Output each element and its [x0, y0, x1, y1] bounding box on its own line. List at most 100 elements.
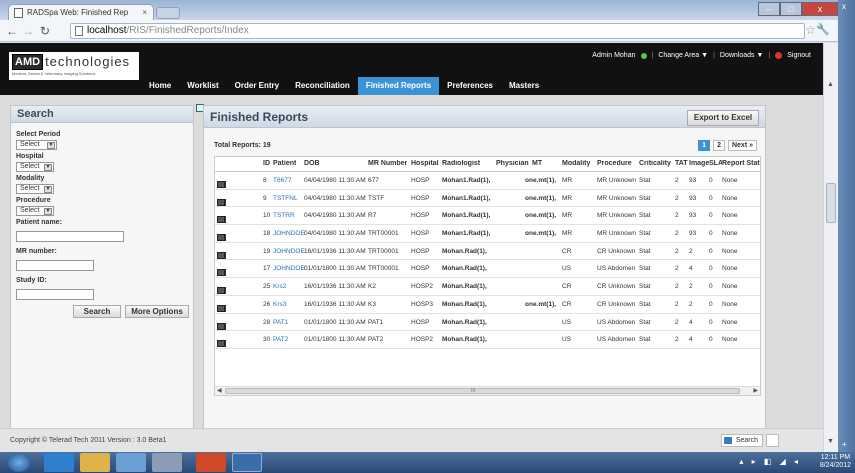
image-icon[interactable]: [217, 304, 225, 312]
powerpoint-icon[interactable]: [196, 453, 226, 472]
column-header-id[interactable]: ID: [263, 160, 270, 167]
page-2-button[interactable]: 2: [713, 140, 725, 151]
nav-finished-reports[interactable]: Finished Reports: [357, 77, 440, 95]
vertical-scrollbar[interactable]: ▲ ▼: [823, 43, 838, 452]
column-header-hospital[interactable]: Hospital: [411, 160, 439, 167]
column-header-physician[interactable]: Physician: [496, 160, 529, 167]
mr-number-input[interactable]: [16, 260, 94, 271]
page-1-button[interactable]: 1: [698, 140, 711, 151]
address-bar[interactable]: localhost/RIS/FinishedReports/Index: [70, 23, 805, 39]
cell-patient[interactable]: TSTRR: [273, 212, 295, 219]
signout-link[interactable]: Signout: [787, 52, 811, 59]
browser-tab[interactable]: RADSpa Web: Finished Rep ×: [8, 4, 154, 20]
cell-patient[interactable]: PAT1: [273, 319, 288, 326]
column-header-sla[interactable]: SLA: [709, 160, 722, 167]
table-row[interactable]: 8 T6677 04/04/1980 11:30:AM 677 HOSP Mohan1.R…: [215, 172, 760, 190]
back-arrow-icon[interactable]: ←: [6, 24, 18, 38]
clock[interactable]: 12:11 PM 8/24/2012: [820, 454, 851, 470]
user-name[interactable]: Admin Mohan: [592, 52, 635, 59]
table-row[interactable]: 10 TSTRR 04/04/1980 11:30:AM R7 HOSP Mohan1.R…: [215, 207, 760, 226]
system-tray-icons[interactable]: ▴ ▸ ◧ ◢ ◂: [739, 457, 801, 466]
image-icon[interactable]: [217, 216, 225, 224]
horizontal-scrollbar[interactable]: ◀ III ▶: [215, 386, 760, 395]
procedure-dropdown[interactable]: Select ▼: [16, 206, 54, 216]
ie-icon[interactable]: [44, 453, 74, 472]
scroll-down-icon[interactable]: ▼: [827, 438, 834, 445]
wrench-icon[interactable]: 🔧: [816, 23, 830, 36]
maximize-button[interactable]: □: [780, 2, 802, 16]
expand-icon[interactable]: +: [842, 440, 847, 449]
image-icon[interactable]: [217, 198, 225, 206]
minimize-button[interactable]: –: [758, 2, 780, 16]
cell-patient[interactable]: T6677: [273, 177, 291, 184]
cell-patient[interactable]: Krs2: [273, 283, 286, 290]
table-row[interactable]: 28 PAT1 01/01/1800 11:30:AM PAT1 HOSP Mohan.R…: [215, 314, 760, 332]
change-area-menu[interactable]: Change Area ▼: [658, 52, 708, 59]
app-icon[interactable]: [116, 453, 146, 472]
table-row[interactable]: 9 TSTFNL 04/04/1980 11:30:AM TSTF HOSP Mohan1…: [215, 190, 760, 208]
modality-dropdown[interactable]: Select ▼: [16, 184, 54, 194]
column-header-patient[interactable]: Patient: [273, 160, 296, 167]
cell-patient[interactable]: JOHNDOE: [273, 248, 305, 255]
scroll-right-icon[interactable]: ▶: [753, 387, 758, 394]
company-logo[interactable]: AMD technologies Medical, Dental & Veteri…: [9, 52, 139, 80]
app-icon[interactable]: [152, 453, 182, 472]
image-icon[interactable]: [217, 234, 225, 242]
scrollbar-thumb[interactable]: III: [225, 388, 740, 394]
cell-patient[interactable]: JOHNDOE: [273, 230, 305, 237]
select-period-dropdown[interactable]: Select ▼: [16, 140, 57, 150]
column-header-radiologist[interactable]: Radiologist: [442, 160, 480, 167]
image-icon[interactable]: [217, 181, 225, 188]
cell-patient[interactable]: TSTFNL: [273, 195, 298, 202]
export-to-excel-button[interactable]: Export to Excel: [687, 110, 759, 126]
table-row[interactable]: 26 Krs3 16/01/1936 11:30:AM K3 HOSP3 Mohan.Ra…: [215, 296, 760, 314]
hospital-dropdown[interactable]: Select ▼: [16, 162, 54, 172]
image-icon[interactable]: [217, 340, 225, 348]
nav-reconciliation[interactable]: Reconciliation: [287, 77, 358, 95]
column-header-image-count[interactable]: Image#: [689, 160, 709, 167]
patient-name-input[interactable]: [16, 231, 124, 242]
nav-order-entry[interactable]: Order Entry: [227, 77, 287, 95]
image-icon[interactable]: [217, 287, 225, 295]
column-header-mr-number[interactable]: MR Number: [368, 160, 407, 167]
close-window-button[interactable]: x: [802, 2, 838, 16]
downloads-menu[interactable]: Downloads ▼: [720, 52, 764, 59]
bookmark-star-icon[interactable]: ☆: [805, 23, 816, 37]
cell-patient[interactable]: JOHNDOE: [273, 265, 305, 272]
column-header-dob[interactable]: DOB: [304, 160, 320, 167]
column-header-tat[interactable]: TAT: [675, 160, 688, 167]
table-row[interactable]: 19 JOHNDOE 16/01/1936 11:30:AM TRT00001 HOSP…: [215, 243, 760, 261]
chrome-icon[interactable]: [232, 453, 262, 472]
footer-search-button[interactable]: Search: [720, 434, 763, 447]
forward-arrow-icon[interactable]: →: [22, 24, 34, 38]
nav-preferences[interactable]: Preferences: [439, 77, 501, 95]
close-tab-icon[interactable]: ×: [142, 5, 147, 20]
table-row[interactable]: 18 JOHNDOE 04/04/1980 11:30:AM TRT00001 HOSP…: [215, 225, 760, 243]
column-header-procedure[interactable]: Procedure: [597, 160, 632, 167]
column-header-report-status[interactable]: Report Status: [722, 160, 760, 167]
table-row[interactable]: 17 JOHNDOE 01/01/1800 11:30:AM TRT00001 HOSP…: [215, 260, 760, 279]
help-icon[interactable]: [766, 434, 779, 447]
scrollbar-thumb[interactable]: [826, 183, 836, 223]
start-button[interactable]: [8, 453, 30, 472]
more-options-button[interactable]: More Options: [125, 305, 189, 318]
table-row[interactable]: 30 PAT2 01/01/1800 11:30:AM PAT2 HOSP2 Mohan.…: [215, 331, 760, 349]
scroll-left-icon[interactable]: ◀: [217, 387, 222, 394]
nav-home[interactable]: Home: [141, 77, 179, 95]
column-header-mt[interactable]: MT: [532, 160, 542, 167]
column-header-criticality[interactable]: Criticality: [639, 160, 671, 167]
nav-masters[interactable]: Masters: [501, 77, 547, 95]
scroll-up-icon[interactable]: ▲: [827, 81, 834, 88]
search-button[interactable]: Search: [73, 305, 121, 318]
new-tab-button[interactable]: [156, 7, 180, 19]
study-id-input[interactable]: [16, 289, 94, 300]
image-icon[interactable]: [217, 322, 225, 330]
next-page-button[interactable]: Next »: [727, 140, 757, 151]
reload-icon[interactable]: ↻: [40, 24, 50, 38]
table-row[interactable]: 25 Krs2 16/01/1936 11:30:AM K2 HOSP2 Mohan.Ra…: [215, 278, 760, 296]
nav-worklist[interactable]: Worklist: [179, 77, 226, 95]
cell-patient[interactable]: Krs3: [273, 301, 286, 308]
image-icon[interactable]: [217, 251, 225, 259]
image-icon[interactable]: [217, 269, 225, 277]
cell-patient[interactable]: PAT2: [273, 336, 288, 343]
